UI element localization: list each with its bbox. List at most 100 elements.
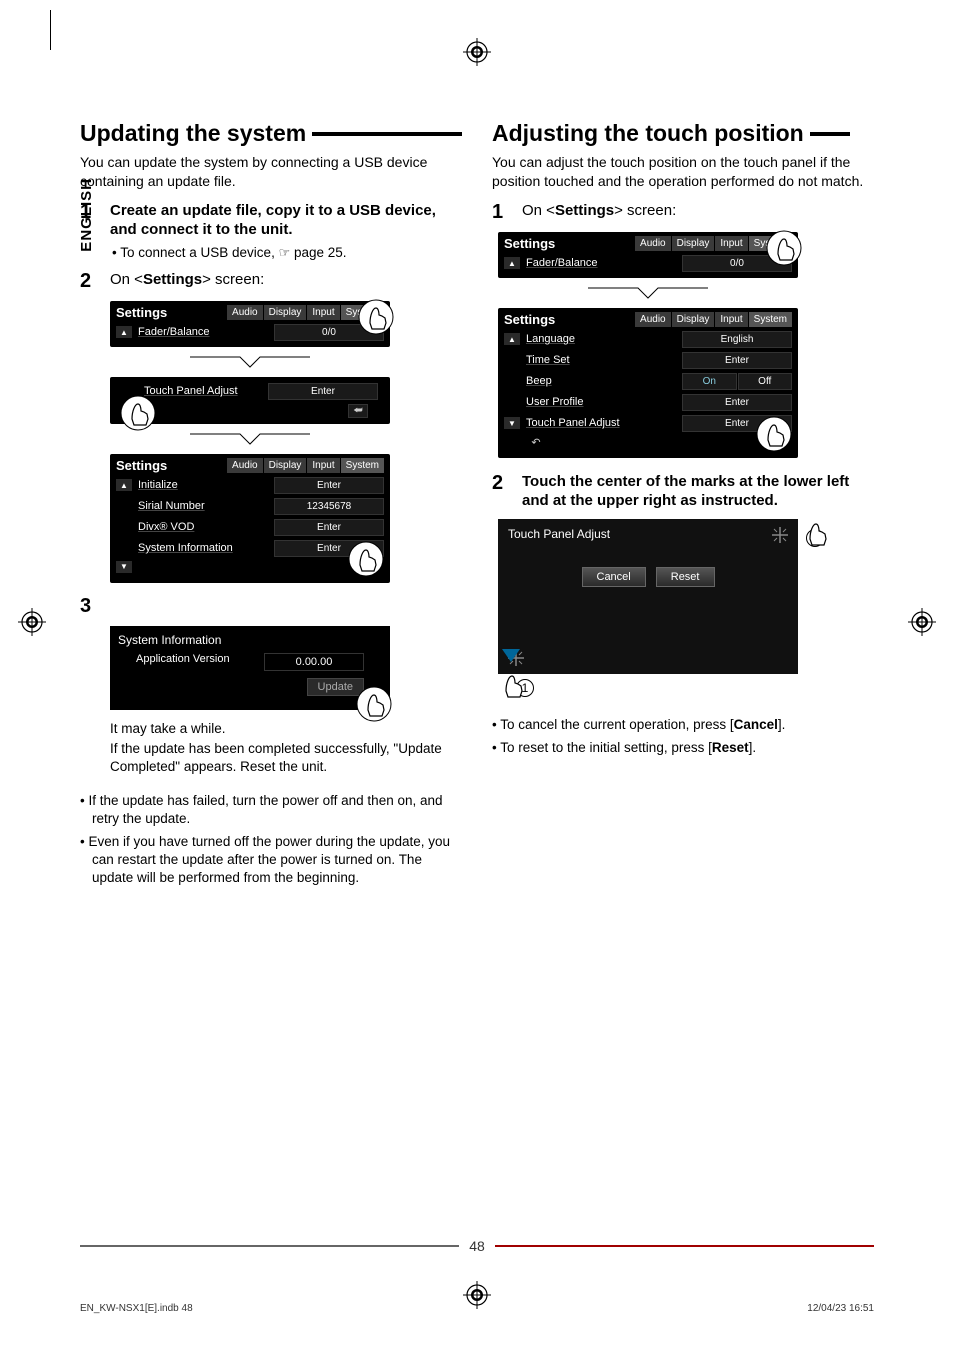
back-icon[interactable]: ↶ [526, 436, 546, 450]
fader-balance-label[interactable]: Fader/Balance [138, 326, 268, 338]
footer: EN_KW-NSX1[E].indb 48 12/04/23 16:51 [80, 1303, 874, 1314]
step-2: 2 On <Settings> screen: [80, 270, 462, 293]
step1-title: Create an update file, copy it to a USB … [110, 202, 436, 239]
step-number: 3 [80, 595, 98, 618]
down-arrow-icon[interactable]: ▼ [116, 561, 132, 573]
reset-button[interactable]: Reset [656, 567, 715, 587]
list-item[interactable]: System Information [138, 542, 268, 554]
cancel-button[interactable]: Cancel [582, 567, 646, 587]
step-number: 2 [492, 472, 510, 511]
tab-audio[interactable]: Audio [227, 305, 263, 320]
step-2-right: 2 Touch the center of the marks at the l… [492, 472, 874, 511]
settings-screenshot-r2: Settings Audio Display Input System ▲ Lan… [498, 308, 798, 458]
list-value[interactable]: Enter [274, 477, 384, 494]
sysinfo-title: System Information [116, 630, 384, 650]
heading-text: Updating the system [80, 120, 306, 147]
finger-icon [766, 230, 802, 266]
settings-title: Settings [116, 305, 227, 320]
beep-toggle[interactable]: OnOff [682, 373, 792, 390]
step2-title: Touch the center of the marks at the low… [522, 473, 849, 510]
tab-input[interactable]: Input [715, 312, 747, 327]
list-value[interactable]: Enter [682, 394, 792, 411]
step-number: 1 [492, 201, 510, 224]
application-version-value: 0.00.00 [264, 653, 364, 671]
down-triangle-icon [502, 649, 520, 662]
bullet-reset: To reset to the initial setting, press [… [504, 739, 874, 757]
step-1: 1 Create an update file, copy it to a US… [80, 201, 462, 262]
settings-mid-row: Touch Panel Adjust Enter ⮨ [110, 377, 390, 424]
list-value[interactable]: English [682, 331, 792, 348]
tab-system[interactable]: System [749, 312, 792, 327]
fader-balance-label[interactable]: Fader/Balance [526, 257, 676, 269]
list-value[interactable]: Enter [682, 352, 792, 369]
intro-text: You can update the system by connecting … [80, 153, 462, 191]
settings-title: Settings [504, 312, 635, 327]
list-item[interactable]: Sirial Number [138, 500, 268, 512]
heading-updating: Updating the system [80, 120, 462, 147]
list-item[interactable]: User Profile [526, 396, 676, 408]
list-item[interactable]: Touch Panel Adjust [526, 417, 676, 429]
tab-input[interactable]: Input [307, 458, 339, 473]
right-column: Adjusting the touch position You can adj… [492, 120, 874, 886]
step-3: 3 [80, 595, 462, 618]
tab-display[interactable]: Display [672, 236, 715, 251]
system-information-screenshot: System Information Application Version 0… [110, 626, 390, 710]
finger-icon [756, 416, 792, 452]
bullet-restart: Even if you have turned off the power du… [92, 833, 462, 886]
finger-icon [358, 299, 394, 335]
ellipsis-gap [110, 353, 390, 371]
down-arrow-icon[interactable]: ▼ [504, 417, 520, 429]
enter-value[interactable]: Enter [268, 383, 378, 400]
ellipsis-gap [498, 284, 798, 302]
settings-screenshot-r1: Settings Audio Display Input System ▲ Fa… [498, 232, 798, 278]
finger-icon [494, 667, 530, 703]
caption-wait: It may take a while. [110, 720, 462, 738]
step-1-right: 1 On <Settings> screen: [492, 201, 874, 224]
up-arrow-icon[interactable]: ▲ [116, 479, 132, 491]
bullet-retry: If the update has failed, turn the power… [92, 792, 462, 827]
touch-panel-adjust-screenshot: Touch Panel Adjust Cancel Reset [498, 519, 798, 674]
finger-icon [348, 541, 384, 577]
tab-audio[interactable]: Audio [227, 458, 263, 473]
step-number: 2 [80, 270, 98, 293]
up-arrow-icon[interactable]: ▲ [504, 257, 520, 269]
left-column: Updating the system You can update the s… [80, 120, 462, 886]
tab-system[interactable]: System [341, 458, 384, 473]
target-mark-icon[interactable] [770, 525, 790, 545]
list-item[interactable]: Initialize [138, 479, 268, 491]
tab-audio[interactable]: Audio [635, 312, 671, 327]
finger-icon [798, 515, 834, 551]
list-item[interactable]: Language [526, 333, 676, 345]
up-arrow-icon[interactable]: ▲ [116, 326, 132, 338]
intro-text: You can adjust the touch position on the… [492, 153, 874, 191]
rule-right [495, 1245, 874, 1248]
heading-rule [810, 132, 850, 136]
footer-timestamp: 12/04/23 16:51 [807, 1303, 874, 1314]
footer-filename: EN_KW-NSX1[E].indb 48 [80, 1303, 193, 1314]
list-item[interactable]: Beep [526, 375, 676, 387]
touch-panel-adjust-label[interactable]: Touch Panel Adjust [144, 385, 262, 397]
heading-adjusting: Adjusting the touch position [492, 120, 874, 147]
settings-title: Settings [116, 458, 227, 473]
tab-audio[interactable]: Audio [635, 236, 671, 251]
collapse-icon[interactable]: ⮨ [348, 404, 368, 418]
tab-display[interactable]: Display [264, 305, 307, 320]
settings-screenshot-2: Settings Audio Display Input System ▲ Ini… [110, 454, 390, 583]
list-item[interactable]: Time Set [526, 354, 676, 366]
list-item[interactable]: Divx® VOD [138, 521, 268, 533]
touch-adjust-title: Touch Panel Adjust [498, 519, 798, 549]
caption-complete: If the update has been completed success… [110, 740, 462, 776]
page-number: 48 [469, 1238, 485, 1254]
finger-icon [120, 395, 156, 431]
up-arrow-icon[interactable]: ▲ [504, 333, 520, 345]
tab-input[interactable]: Input [715, 236, 747, 251]
tab-display[interactable]: Display [264, 458, 307, 473]
settings-title: Settings [504, 236, 635, 251]
step-number: 1 [80, 201, 98, 262]
list-value[interactable]: Enter [274, 519, 384, 536]
application-version-label: Application Version [136, 653, 258, 671]
page-number-bar: 48 [80, 1238, 874, 1254]
tab-display[interactable]: Display [672, 312, 715, 327]
bullet-cancel: To cancel the current operation, press [… [504, 716, 874, 734]
tab-input[interactable]: Input [307, 305, 339, 320]
